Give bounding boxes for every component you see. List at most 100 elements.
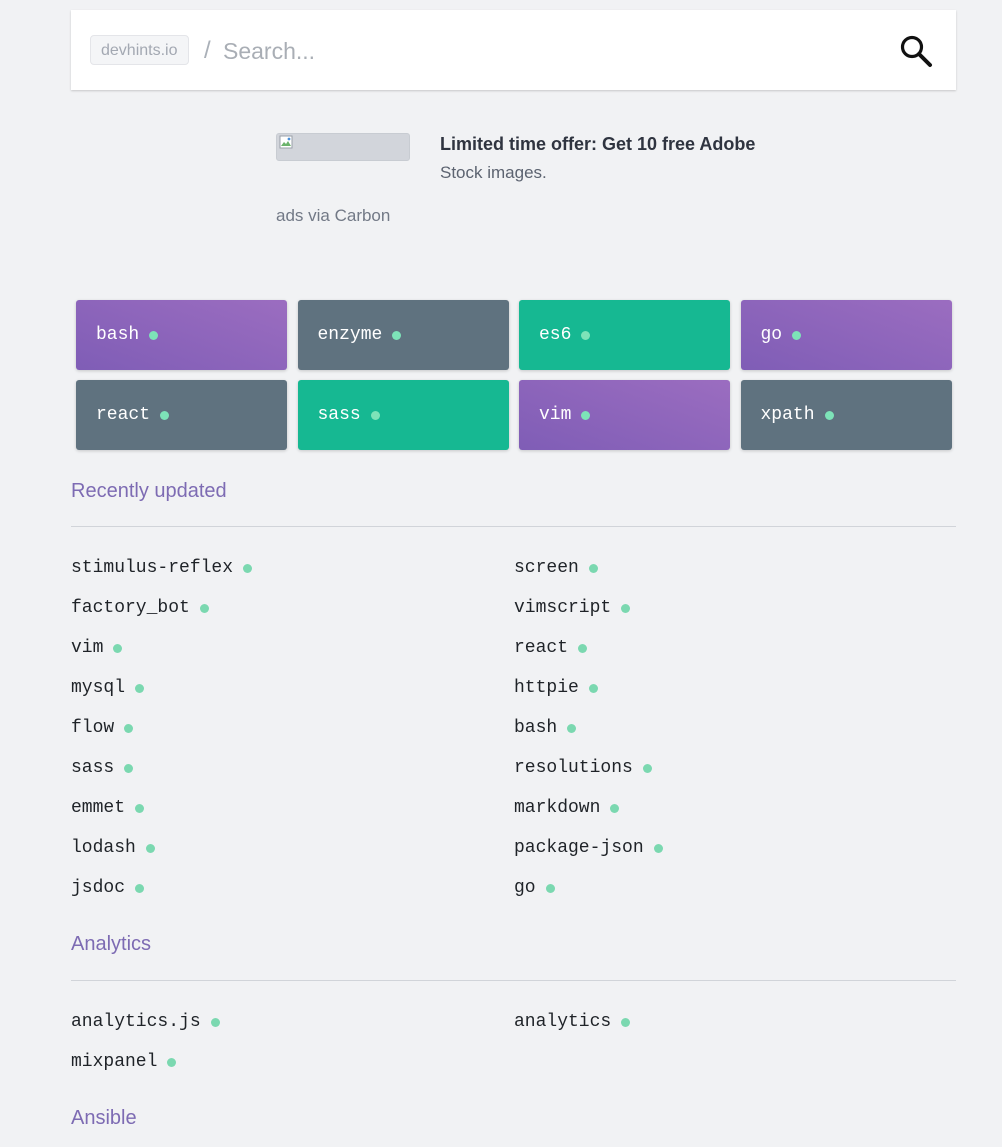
list-item-label: httpie xyxy=(514,678,579,698)
list-item[interactable]: factory_bot xyxy=(71,588,514,628)
list-item[interactable]: httpie xyxy=(514,668,956,708)
featured-grid: bash enzyme es6 go react sass vim xpath xyxy=(76,300,952,450)
list-item-label: factory_bot xyxy=(71,598,190,618)
search-icon xyxy=(900,35,932,67)
featured-tile-react[interactable]: react xyxy=(76,380,287,450)
list-item-label: package-json xyxy=(514,838,644,858)
list-item-label: emmet xyxy=(71,798,126,818)
broken-image-icon xyxy=(279,135,293,149)
dot-icon xyxy=(824,410,834,420)
list-item-label: screen xyxy=(514,558,579,578)
dot-icon xyxy=(124,763,134,773)
featured-tile-vim[interactable]: vim xyxy=(519,380,730,450)
list-item[interactable]: vim xyxy=(71,628,514,668)
list-item[interactable]: lodash xyxy=(71,828,514,868)
featured-tile-go[interactable]: go xyxy=(740,300,952,370)
list-item[interactable]: resolutions xyxy=(514,748,956,788)
dot-icon xyxy=(199,603,209,613)
featured-tile-es6[interactable]: es6 xyxy=(519,300,730,370)
featured-tile-enzyme[interactable]: enzyme xyxy=(297,300,509,370)
list-item-label: analytics xyxy=(514,1012,612,1032)
ad-title[interactable]: Limited time offer: Get 10 free Adobe xyxy=(440,134,755,155)
list-item[interactable]: markdown xyxy=(514,788,956,828)
tile-label: sass xyxy=(317,405,361,425)
section-divider xyxy=(71,980,956,981)
dot-icon xyxy=(149,330,159,340)
list-item[interactable]: mixpanel xyxy=(71,1042,514,1082)
list-item[interactable]: flow xyxy=(71,708,514,748)
list-item[interactable]: analytics xyxy=(514,1002,956,1042)
tile-label: go xyxy=(760,325,783,345)
list-item-label: flow xyxy=(71,718,115,738)
list-item-label: markdown xyxy=(514,798,601,818)
dot-icon xyxy=(167,1057,177,1067)
dot-icon xyxy=(243,563,253,573)
list-item[interactable]: vimscript xyxy=(514,588,956,628)
tile-label: vim xyxy=(539,405,572,425)
dot-icon xyxy=(545,883,555,893)
recently-updated-list: stimulus-reflex screen factory_bot vimscrip… xyxy=(71,548,956,908)
brand-logo[interactable]: devhints.io xyxy=(90,35,189,65)
list-item-label: jsdoc xyxy=(71,878,126,898)
dot-icon xyxy=(135,803,145,813)
section-divider xyxy=(71,526,956,527)
dot-icon xyxy=(588,683,598,693)
ads-via-carbon-link[interactable]: ads via Carbon xyxy=(276,206,390,226)
search-button[interactable] xyxy=(897,32,935,70)
dot-icon xyxy=(135,883,145,893)
ad-subtitle: Stock images. xyxy=(440,163,547,182)
dot-icon xyxy=(578,643,588,653)
list-item-label: analytics.js xyxy=(71,1012,201,1032)
list-item-label: vim xyxy=(71,638,104,658)
featured-tile-sass[interactable]: sass xyxy=(297,380,509,450)
list-item[interactable]: jsdoc xyxy=(71,868,514,908)
list-item-label: react xyxy=(514,638,569,658)
tile-label: enzyme xyxy=(317,325,383,345)
breadcrumb-separator: / xyxy=(204,37,211,64)
list-item-label: stimulus-reflex xyxy=(71,558,234,578)
section-title-analytics: Analytics xyxy=(71,933,152,955)
tile-label: xpath xyxy=(760,405,815,425)
dot-icon xyxy=(621,603,631,613)
list-item[interactable]: emmet xyxy=(71,788,514,828)
section-title-recently-updated: Recently updated xyxy=(71,480,227,502)
list-item-label: vimscript xyxy=(514,598,612,618)
search-bar: devhints.io / xyxy=(71,10,956,90)
list-item[interactable]: stimulus-reflex xyxy=(71,548,514,588)
search-input[interactable] xyxy=(223,34,863,68)
dot-icon xyxy=(135,683,145,693)
dot-icon xyxy=(392,330,402,340)
dot-icon xyxy=(124,723,134,733)
list-item[interactable]: bash xyxy=(514,708,956,748)
dot-icon xyxy=(642,763,652,773)
list-item[interactable]: screen xyxy=(514,548,956,588)
tile-label: react xyxy=(96,405,151,425)
dot-icon xyxy=(792,330,802,340)
dot-icon xyxy=(567,723,577,733)
dot-icon xyxy=(610,803,620,813)
dot-icon xyxy=(160,410,170,420)
list-item-label: mixpanel xyxy=(71,1052,158,1072)
tile-label: es6 xyxy=(539,325,572,345)
list-item-label: sass xyxy=(71,758,115,778)
dot-icon xyxy=(653,843,663,853)
featured-tile-xpath[interactable]: xpath xyxy=(740,380,952,450)
section-title-ansible: Ansible xyxy=(71,1107,137,1129)
list-item-label: bash xyxy=(514,718,558,738)
list-item[interactable]: react xyxy=(514,628,956,668)
tile-label: bash xyxy=(96,325,140,345)
list-item-label: mysql xyxy=(71,678,126,698)
ad-image[interactable] xyxy=(276,133,410,161)
list-item[interactable]: sass xyxy=(71,748,514,788)
list-item[interactable]: analytics.js xyxy=(71,1002,514,1042)
list-item[interactable]: go xyxy=(514,868,956,908)
dot-icon xyxy=(210,1017,220,1027)
list-item-label: resolutions xyxy=(514,758,633,778)
dot-icon xyxy=(588,563,598,573)
list-item-label: lodash xyxy=(71,838,136,858)
list-item[interactable]: mysql xyxy=(71,668,514,708)
dot-icon xyxy=(621,1017,631,1027)
featured-tile-bash[interactable]: bash xyxy=(76,300,287,370)
dot-icon xyxy=(370,410,380,420)
list-item[interactable]: package-json xyxy=(514,828,956,868)
